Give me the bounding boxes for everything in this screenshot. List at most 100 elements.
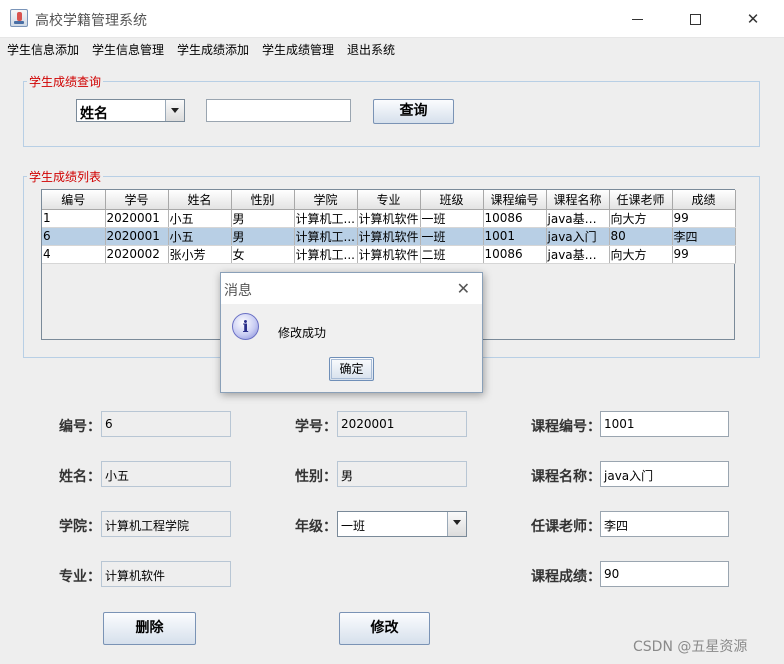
student-no-field[interactable]: 2020001 — [337, 411, 467, 437]
table-cell: 99 — [672, 245, 736, 264]
gender-field[interactable]: 男 — [337, 461, 467, 487]
course-no-label: 课程编号： — [531, 419, 601, 435]
table-cell: 男 — [231, 227, 295, 246]
column-header[interactable]: 学号 — [105, 190, 169, 210]
course-name-field[interactable]: java入门 — [600, 461, 729, 487]
table-cell: 80 — [609, 227, 673, 246]
ok-button[interactable]: 确定 — [329, 357, 374, 381]
table-cell: 2020001 — [105, 209, 169, 228]
close-icon: ✕ — [746, 10, 760, 28]
table-cell: 小五 — [168, 209, 232, 228]
table-cell: 10086 — [483, 245, 547, 264]
maximize-button[interactable] — [672, 0, 718, 38]
table-cell: 计算机工... — [294, 209, 358, 228]
chevron-down-icon[interactable] — [447, 512, 466, 536]
id-field[interactable]: 6 — [101, 411, 231, 437]
table-cell: 1001 — [483, 227, 547, 246]
student-no-label: 学号： — [295, 419, 337, 435]
title-bar: 高校学籍管理系统 ✕ — [0, 0, 784, 38]
table-cell: 计算机软件 — [357, 227, 421, 246]
grade-value: 一班 — [341, 519, 366, 533]
window-title: 高校学籍管理系统 — [35, 13, 147, 29]
maximize-icon — [689, 14, 701, 25]
teacher-field[interactable]: 李四 — [600, 511, 729, 537]
gender-label: 性别： — [295, 469, 337, 485]
minimize-icon — [631, 19, 643, 20]
score-query-legend: 学生成绩查询 — [29, 75, 102, 89]
table-cell: 计算机软件 — [357, 245, 421, 264]
table-cell: 一班 — [420, 209, 484, 228]
table-cell: 小五 — [168, 227, 232, 246]
menu-exit[interactable]: 退出系统 — [347, 41, 395, 58]
close-window-button[interactable]: ✕ — [730, 0, 776, 38]
table-cell: 10086 — [483, 209, 547, 228]
score-field[interactable]: 90 — [600, 561, 729, 587]
query-button[interactable]: 查询 — [373, 99, 454, 124]
column-header[interactable]: 编号 — [42, 190, 106, 210]
table-cell: java入门 — [546, 227, 610, 246]
score-label: 课程成绩： — [531, 569, 601, 585]
menu-student-add[interactable]: 学生信息添加 — [7, 41, 79, 58]
table-cell: 张小芳 — [168, 245, 232, 264]
college-field[interactable]: 计算机工程学院 — [101, 511, 231, 537]
query-input[interactable] — [206, 99, 351, 122]
table-cell: 二班 — [420, 245, 484, 264]
table-cell: java基础... — [546, 209, 610, 228]
java-app-icon — [10, 9, 28, 27]
college-label: 学院： — [59, 519, 101, 535]
update-button[interactable]: 修改 — [339, 612, 430, 645]
menu-score-manage[interactable]: 学生成绩管理 — [262, 41, 334, 58]
table-row[interactable]: 4 2020002 张小芳 女 计算机工... 计算机软件 二班 10086 j… — [42, 245, 736, 264]
column-header[interactable]: 学院 — [294, 190, 358, 210]
table-cell: 2020001 — [105, 227, 169, 246]
menu-student-manage[interactable]: 学生信息管理 — [92, 41, 164, 58]
info-icon: i — [232, 313, 259, 340]
column-header[interactable]: 姓名 — [168, 190, 232, 210]
table-cell: 99 — [672, 209, 736, 228]
column-header[interactable]: 专业 — [357, 190, 421, 210]
table-cell: 向大方 — [609, 245, 673, 264]
course-name-label: 课程名称： — [531, 469, 601, 485]
menu-bar: 学生信息添加 学生信息管理 学生成绩添加 学生成绩管理 退出系统 — [0, 38, 784, 60]
dialog-message: 修改成功 — [278, 326, 327, 340]
course-no-field[interactable]: 1001 — [600, 411, 729, 437]
table-row-selected[interactable]: 6 2020001 小五 男 计算机工... 计算机软件 一班 1001 jav… — [42, 227, 736, 246]
table-cell: 李四 — [672, 227, 736, 246]
column-header[interactable]: 课程名称 — [546, 190, 610, 210]
table-cell: 4 — [42, 245, 106, 264]
query-field-value: 姓名 — [80, 106, 108, 122]
table-cell: java基础... — [546, 245, 610, 264]
table-row[interactable]: 1 2020001 小五 男 计算机工... 计算机软件 一班 10086 ja… — [42, 209, 736, 228]
grade-select[interactable]: 一班 — [337, 511, 467, 537]
score-list-legend: 学生成绩列表 — [29, 170, 102, 184]
name-label: 姓名： — [59, 469, 101, 485]
table-cell: 一班 — [420, 227, 484, 246]
column-header[interactable]: 任课老师 — [609, 190, 673, 210]
major-label: 专业： — [59, 569, 101, 585]
grade-label: 年级： — [295, 519, 337, 535]
table-cell: 6 — [42, 227, 106, 246]
column-header[interactable]: 班级 — [420, 190, 484, 210]
name-field[interactable]: 小五 — [101, 461, 231, 487]
table-cell: 男 — [231, 209, 295, 228]
dialog-title-bar: 消息 ✕ — [221, 273, 482, 304]
table-header-row: 编号 学号 姓名 性别 学院 专业 班级 课程编号 课程名称 任课老师 成绩 — [42, 190, 736, 210]
menu-score-add[interactable]: 学生成绩添加 — [177, 41, 249, 58]
query-field-select[interactable]: 姓名 — [76, 99, 185, 122]
table-cell: 2020002 — [105, 245, 169, 264]
close-icon[interactable]: ✕ — [457, 279, 470, 298]
chevron-down-icon[interactable] — [165, 100, 184, 121]
id-label: 编号： — [59, 419, 101, 435]
column-header[interactable]: 成绩 — [672, 190, 736, 210]
table-cell: 计算机工... — [294, 245, 358, 264]
table-cell: 计算机工... — [294, 227, 358, 246]
minimize-button[interactable] — [614, 0, 660, 38]
table-cell: 1 — [42, 209, 106, 228]
delete-button[interactable]: 删除 — [103, 612, 196, 645]
column-header[interactable]: 性别 — [231, 190, 295, 210]
table-cell: 计算机软件 — [357, 209, 421, 228]
major-field[interactable]: 计算机软件 — [101, 561, 231, 587]
teacher-label: 任课老师： — [531, 519, 601, 535]
column-header[interactable]: 课程编号 — [483, 190, 547, 210]
table-cell: 女 — [231, 245, 295, 264]
